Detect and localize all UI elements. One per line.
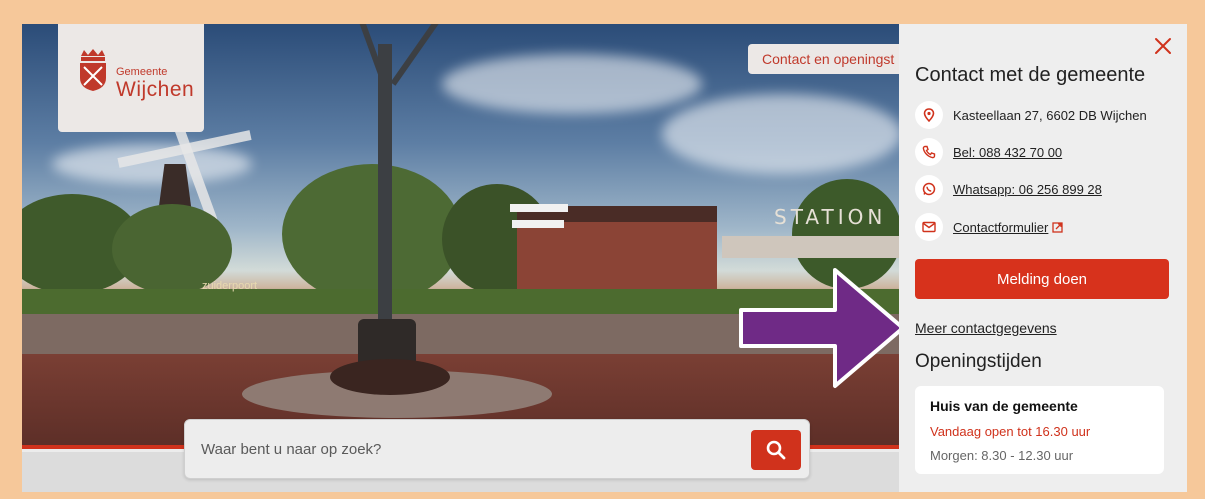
whatsapp-icon [915, 175, 943, 203]
search-input[interactable] [201, 420, 741, 478]
contact-panel: Contact met de gemeente Kasteellaan 27, … [899, 24, 1187, 492]
contactform-row: Contactformulier [915, 212, 1064, 242]
today-hours: Vandaag open tot 16.30 uur [930, 424, 1091, 439]
contact-openingstijden-link[interactable]: Contact en openingst [748, 44, 899, 74]
station-sign: STATION [774, 205, 887, 229]
card-title: Huis van de gemeente [930, 398, 1078, 414]
melding-doen-button[interactable]: Melding doen [915, 259, 1169, 299]
logo[interactable]: Gemeente Wijchen [58, 24, 204, 132]
crest-icon [80, 49, 106, 91]
location-icon [915, 101, 943, 129]
logo-top-text: Gemeente [116, 66, 168, 78]
lamp-post [378, 44, 392, 364]
openingstijden-heading: Openingstijden [915, 351, 1042, 372]
phone-row: Bel: 088 432 70 00 [915, 137, 1062, 167]
opening-hours-card: Huis van de gemeente Vandaag open tot 16… [915, 386, 1164, 474]
page-frame: STATION zuiderpoort Gemeente Wijchen Con… [22, 24, 1187, 492]
tomorrow-hours: Morgen: 8.30 - 12.30 uur [930, 448, 1074, 463]
pointer-arrow-icon [739, 268, 905, 388]
phone-link[interactable]: Bel: 088 432 70 00 [953, 145, 1062, 160]
search-bar [184, 419, 810, 479]
whatsapp-link[interactable]: Whatsapp: 06 256 899 28 [953, 182, 1102, 197]
mail-icon [915, 213, 943, 241]
close-icon[interactable] [1153, 36, 1173, 56]
address-text: Kasteellaan 27, 6602 DB Wijchen [953, 107, 1147, 123]
panel-title: Contact met de gemeente [915, 64, 1146, 86]
logo-main-text: Wijchen [116, 78, 195, 101]
phone-icon [915, 138, 943, 166]
search-button[interactable] [751, 430, 801, 470]
contactform-link[interactable]: Contactformulier [953, 220, 1048, 235]
houses [517, 222, 717, 294]
whatsapp-row: Whatsapp: 06 256 899 28 [915, 174, 1102, 204]
address-row: Kasteellaan 27, 6602 DB Wijchen [915, 100, 1147, 130]
external-link-icon [1052, 221, 1064, 233]
station-roof [722, 236, 899, 258]
search-icon [766, 440, 786, 460]
meer-contactgegevens-link[interactable]: Meer contactgegevens [915, 320, 1057, 336]
zuiderpoort-sign: zuiderpoort [202, 280, 258, 292]
